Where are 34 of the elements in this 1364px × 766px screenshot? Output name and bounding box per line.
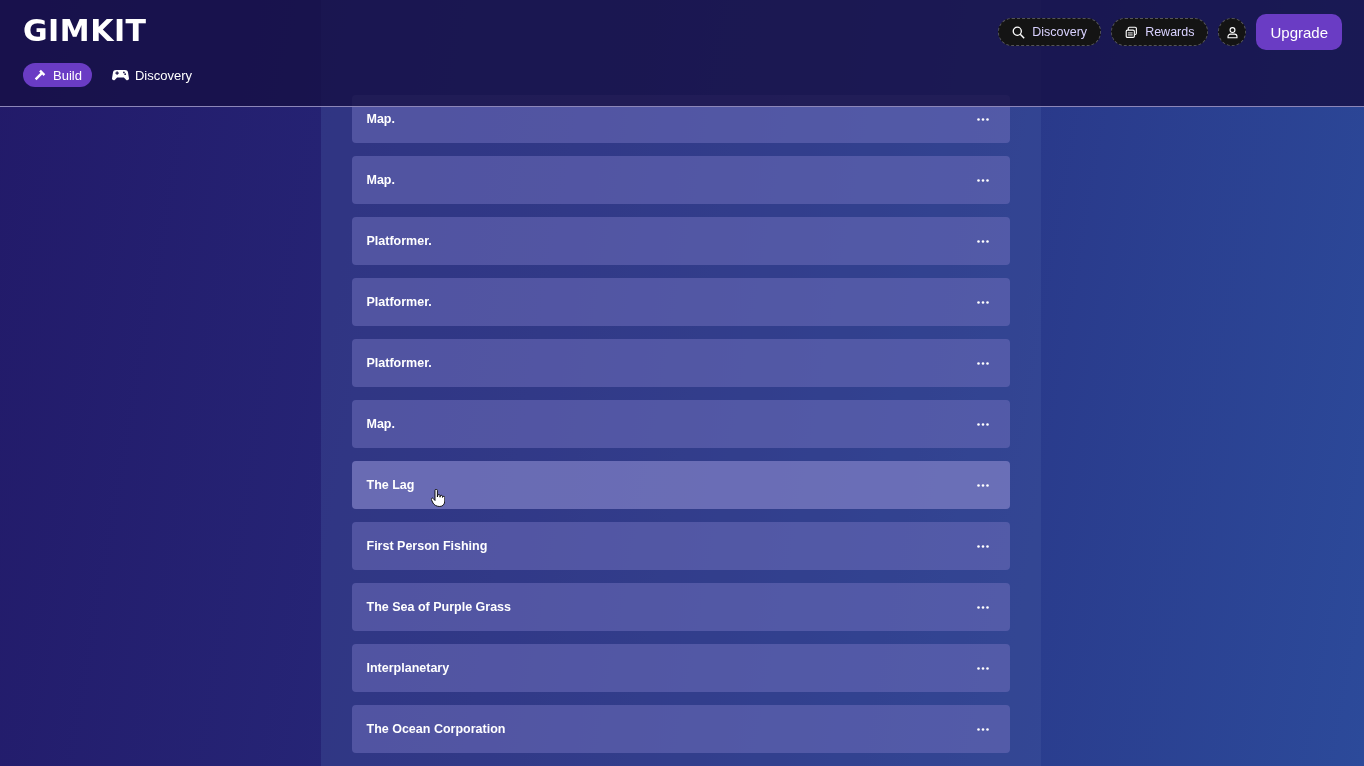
list-row[interactable]: First Person Fishing: [351, 522, 1010, 570]
list-row[interactable]: The Lag: [351, 461, 1010, 509]
nav-tab[interactable]: Discovery: [101, 63, 202, 87]
nav-pill-button[interactable]: Discovery: [998, 18, 1102, 46]
row-title: The Lag: [366, 478, 416, 492]
hand-cursor-icon: [430, 489, 445, 507]
person-icon: [1225, 25, 1239, 39]
row-title: The Ocean Corporation: [366, 722, 507, 736]
list-row[interactable]: The Ocean Corporation: [351, 705, 1010, 753]
row-title: Platformer.: [366, 234, 433, 248]
row-title: Map.: [366, 417, 396, 431]
list-row[interactable]: Map.: [351, 156, 1010, 204]
row-title: The Sea of Purple Grass: [366, 600, 512, 614]
profile-button[interactable]: [1218, 18, 1247, 46]
row-title: Platformer.: [366, 356, 433, 370]
list-row[interactable]: Map.: [351, 400, 1010, 448]
row-title: Map.: [366, 173, 396, 187]
nav-tab[interactable]: Build: [23, 63, 92, 87]
row-title: Platformer.: [366, 295, 433, 309]
row-title: First Person Fishing: [366, 539, 489, 553]
search-icon: [1012, 25, 1026, 39]
list-row[interactable]: Platformer.: [351, 217, 1010, 265]
row-title: Interplanetary: [366, 661, 451, 675]
list-row[interactable]: Platformer.: [351, 339, 1010, 387]
hammer-icon: [33, 68, 47, 82]
list-row[interactable]: Interplanetary: [351, 644, 1010, 692]
stacked-cards-icon: [1125, 25, 1139, 39]
row-title: Map.: [366, 112, 396, 126]
list-row[interactable]: Platformer.: [351, 278, 1010, 326]
list-row[interactable]: The Sea of Purple Grass: [351, 583, 1010, 631]
logo[interactable]: GIMKIT: [23, 14, 147, 48]
nav-pill-button[interactable]: Rewards: [1111, 18, 1209, 46]
upgrade-button[interactable]: Upgrade: [1256, 14, 1342, 50]
gamepad-icon: [111, 69, 129, 81]
